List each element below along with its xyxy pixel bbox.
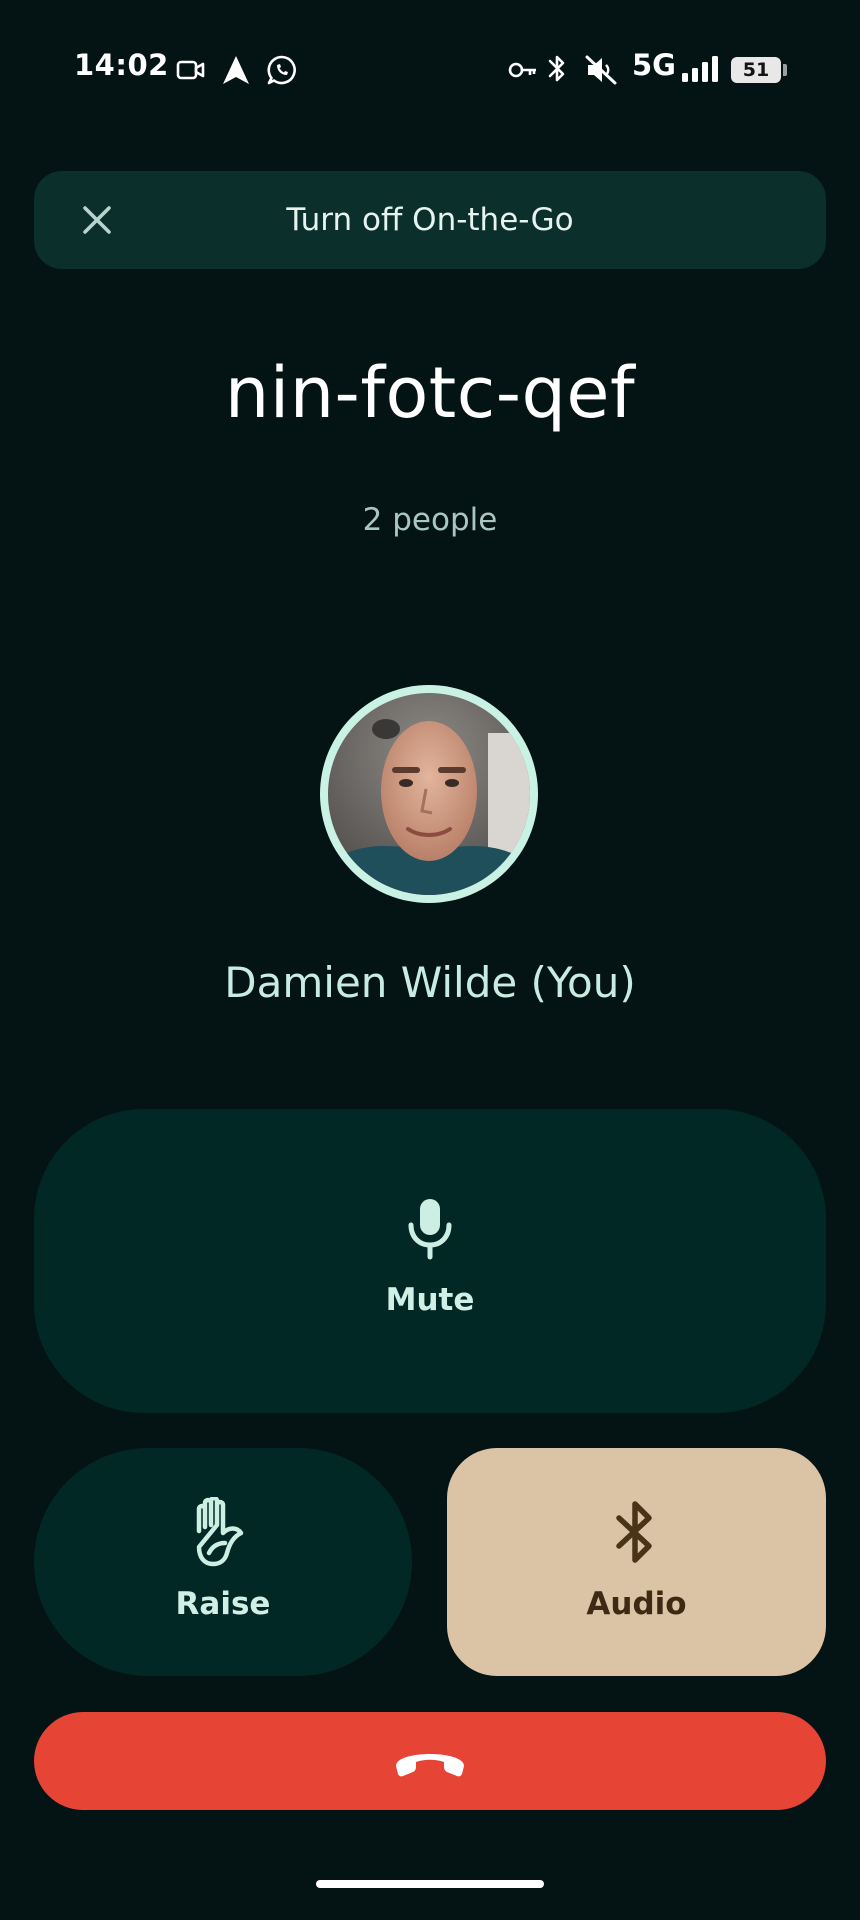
home-indicator[interactable] — [316, 1880, 544, 1888]
bluetooth-icon — [616, 1501, 652, 1563]
on-the-go-banner[interactable]: Turn off On-the-Go — [34, 171, 826, 269]
video-camera-icon — [176, 60, 205, 80]
bluetooth-icon — [548, 55, 565, 82]
battery-tip — [783, 64, 787, 76]
participant-name: Damien Wilde (You) — [224, 958, 636, 1007]
avatar — [320, 685, 538, 903]
meeting-code: nin-fotc-qef — [224, 352, 636, 434]
navigation-arrow-icon — [223, 56, 249, 84]
mute-button[interactable] — [34, 1109, 826, 1413]
audio-label: Audio — [586, 1586, 687, 1622]
status-time: 14:02 — [74, 48, 169, 82]
avatar-photo — [328, 693, 530, 895]
raise-hand-icon — [196, 1497, 244, 1567]
microphone-icon — [408, 1199, 452, 1260]
audio-button[interactable]: Audio — [447, 1448, 826, 1676]
banner-text: Turn off On-the-Go — [286, 202, 574, 238]
battery-indicator: 51 — [731, 57, 781, 83]
mute-label: Mute — [385, 1282, 475, 1318]
mute-icon — [585, 55, 617, 85]
end-call-button[interactable] — [34, 1712, 826, 1810]
signal-icon — [682, 56, 718, 82]
people-count[interactable]: 2 people — [0, 502, 860, 538]
status-bar: 14:02 5G 51 — [0, 0, 860, 140]
end-call-icon — [396, 1754, 464, 1777]
network-type: 5G — [632, 48, 676, 82]
close-icon[interactable] — [76, 199, 118, 241]
vpn-key-icon — [508, 62, 536, 78]
whatsapp-icon — [267, 55, 296, 85]
raise-hand-button[interactable]: Raise — [34, 1448, 412, 1676]
raise-label: Raise — [175, 1586, 271, 1622]
